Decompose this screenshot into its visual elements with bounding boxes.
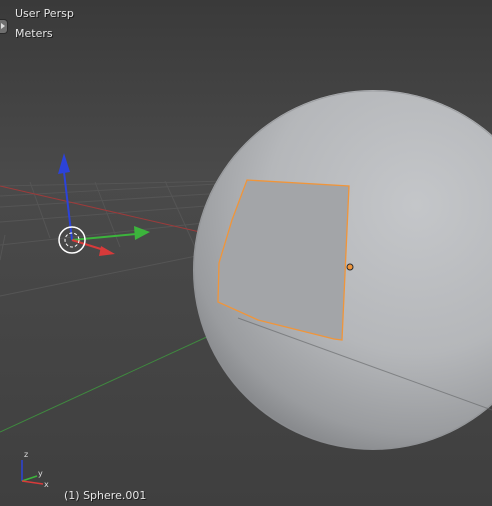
mini-axis-z-label: z bbox=[24, 450, 28, 459]
mini-axis-x-label: x bbox=[44, 480, 49, 489]
active-object-label: (1) Sphere.001 bbox=[64, 489, 147, 502]
view-name-label: User Persp bbox=[15, 7, 74, 20]
mini-axis-y-label: y bbox=[38, 469, 43, 478]
viewport-canvas[interactable]: z y x bbox=[0, 0, 492, 506]
object-origin[interactable] bbox=[346, 263, 354, 271]
toolshelf-expand-icon[interactable] bbox=[0, 19, 8, 34]
units-label: Meters bbox=[15, 27, 53, 40]
3d-viewport[interactable]: z y x User Persp Meters (1) Sphere.001 bbox=[0, 0, 492, 506]
